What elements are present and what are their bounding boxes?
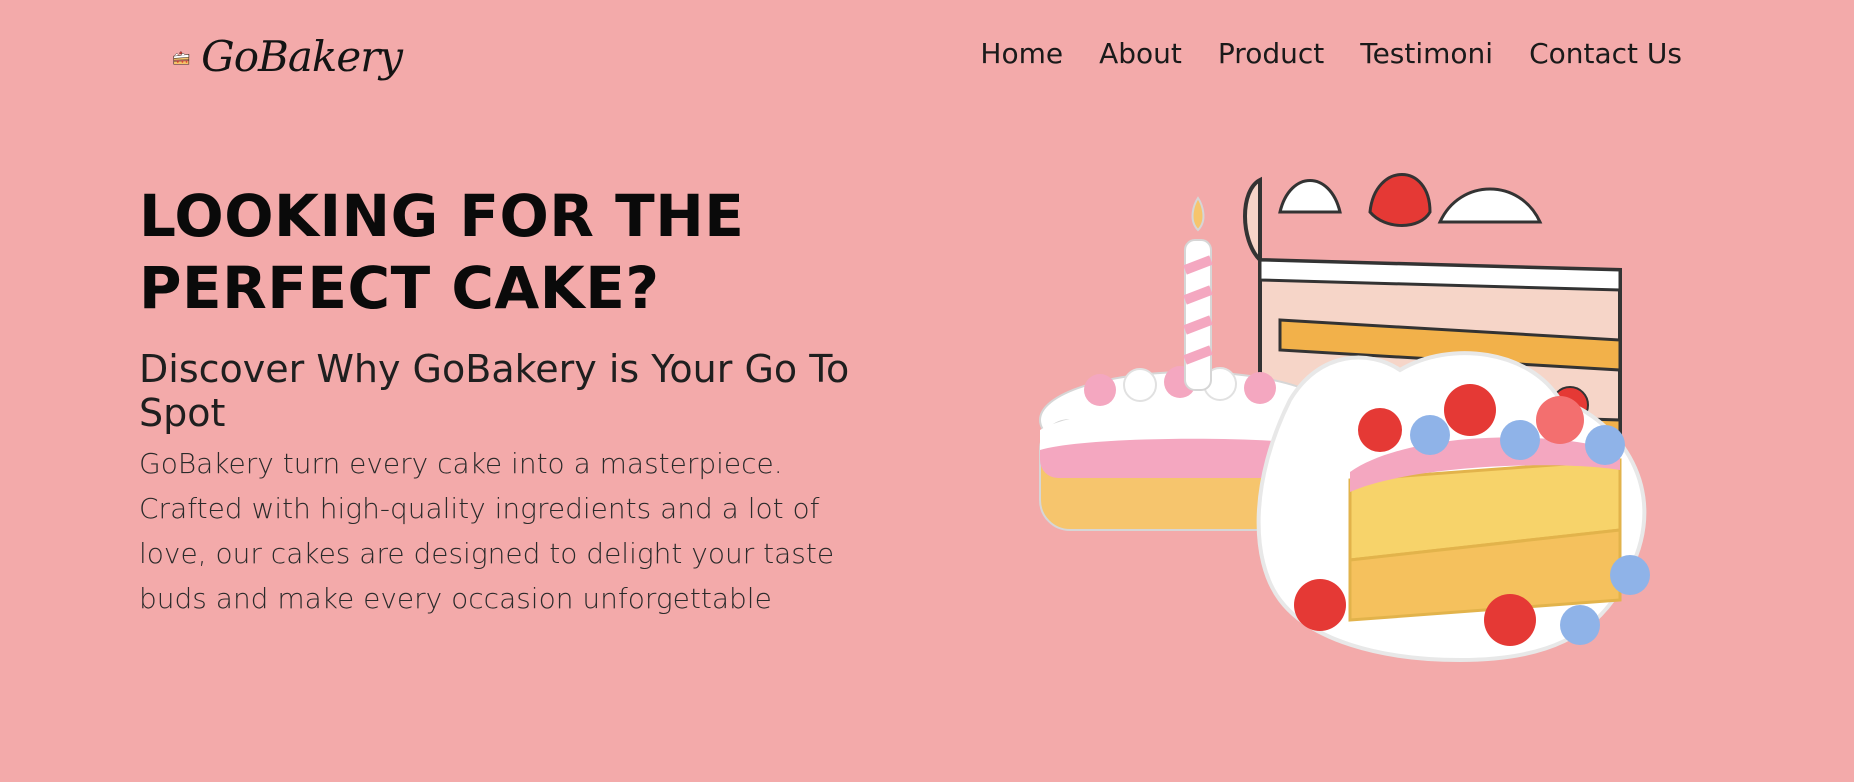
nav-item-product[interactable]: Product [1218,40,1324,68]
nav-item-testimoni[interactable]: Testimoni [1360,40,1493,68]
hero-title-line-2: PERFECT CAKE? [139,254,660,322]
landing-page: GoBakery Home About Product Testimoni Co… [0,0,1854,782]
cakes-illustration [1039,173,1650,663]
hero-description: GoBakery turn every cake into a masterpi… [139,447,835,616]
cake-slice-icon [173,51,190,65]
hero-title: LOOKING FOR THE PERFECT CAKE? [139,180,919,324]
nav-item-home[interactable]: Home [980,40,1063,68]
hero-title-line-1: LOOKING FOR THE [139,182,745,250]
hero-subtitle: Discover Why GoBakery is Your Go To Spot [139,347,850,435]
hero-section: LOOKING FOR THE PERFECT CAKE? Discover W… [139,180,919,621]
brand-logo[interactable]: GoBakery [172,22,403,92]
brand-name: GoBakery [201,32,403,81]
nav-item-about[interactable]: About [1099,40,1182,68]
nav-item-contact-us[interactable]: Contact Us [1529,40,1682,68]
main-nav: Home About Product Testimoni Contact Us [980,40,1682,68]
